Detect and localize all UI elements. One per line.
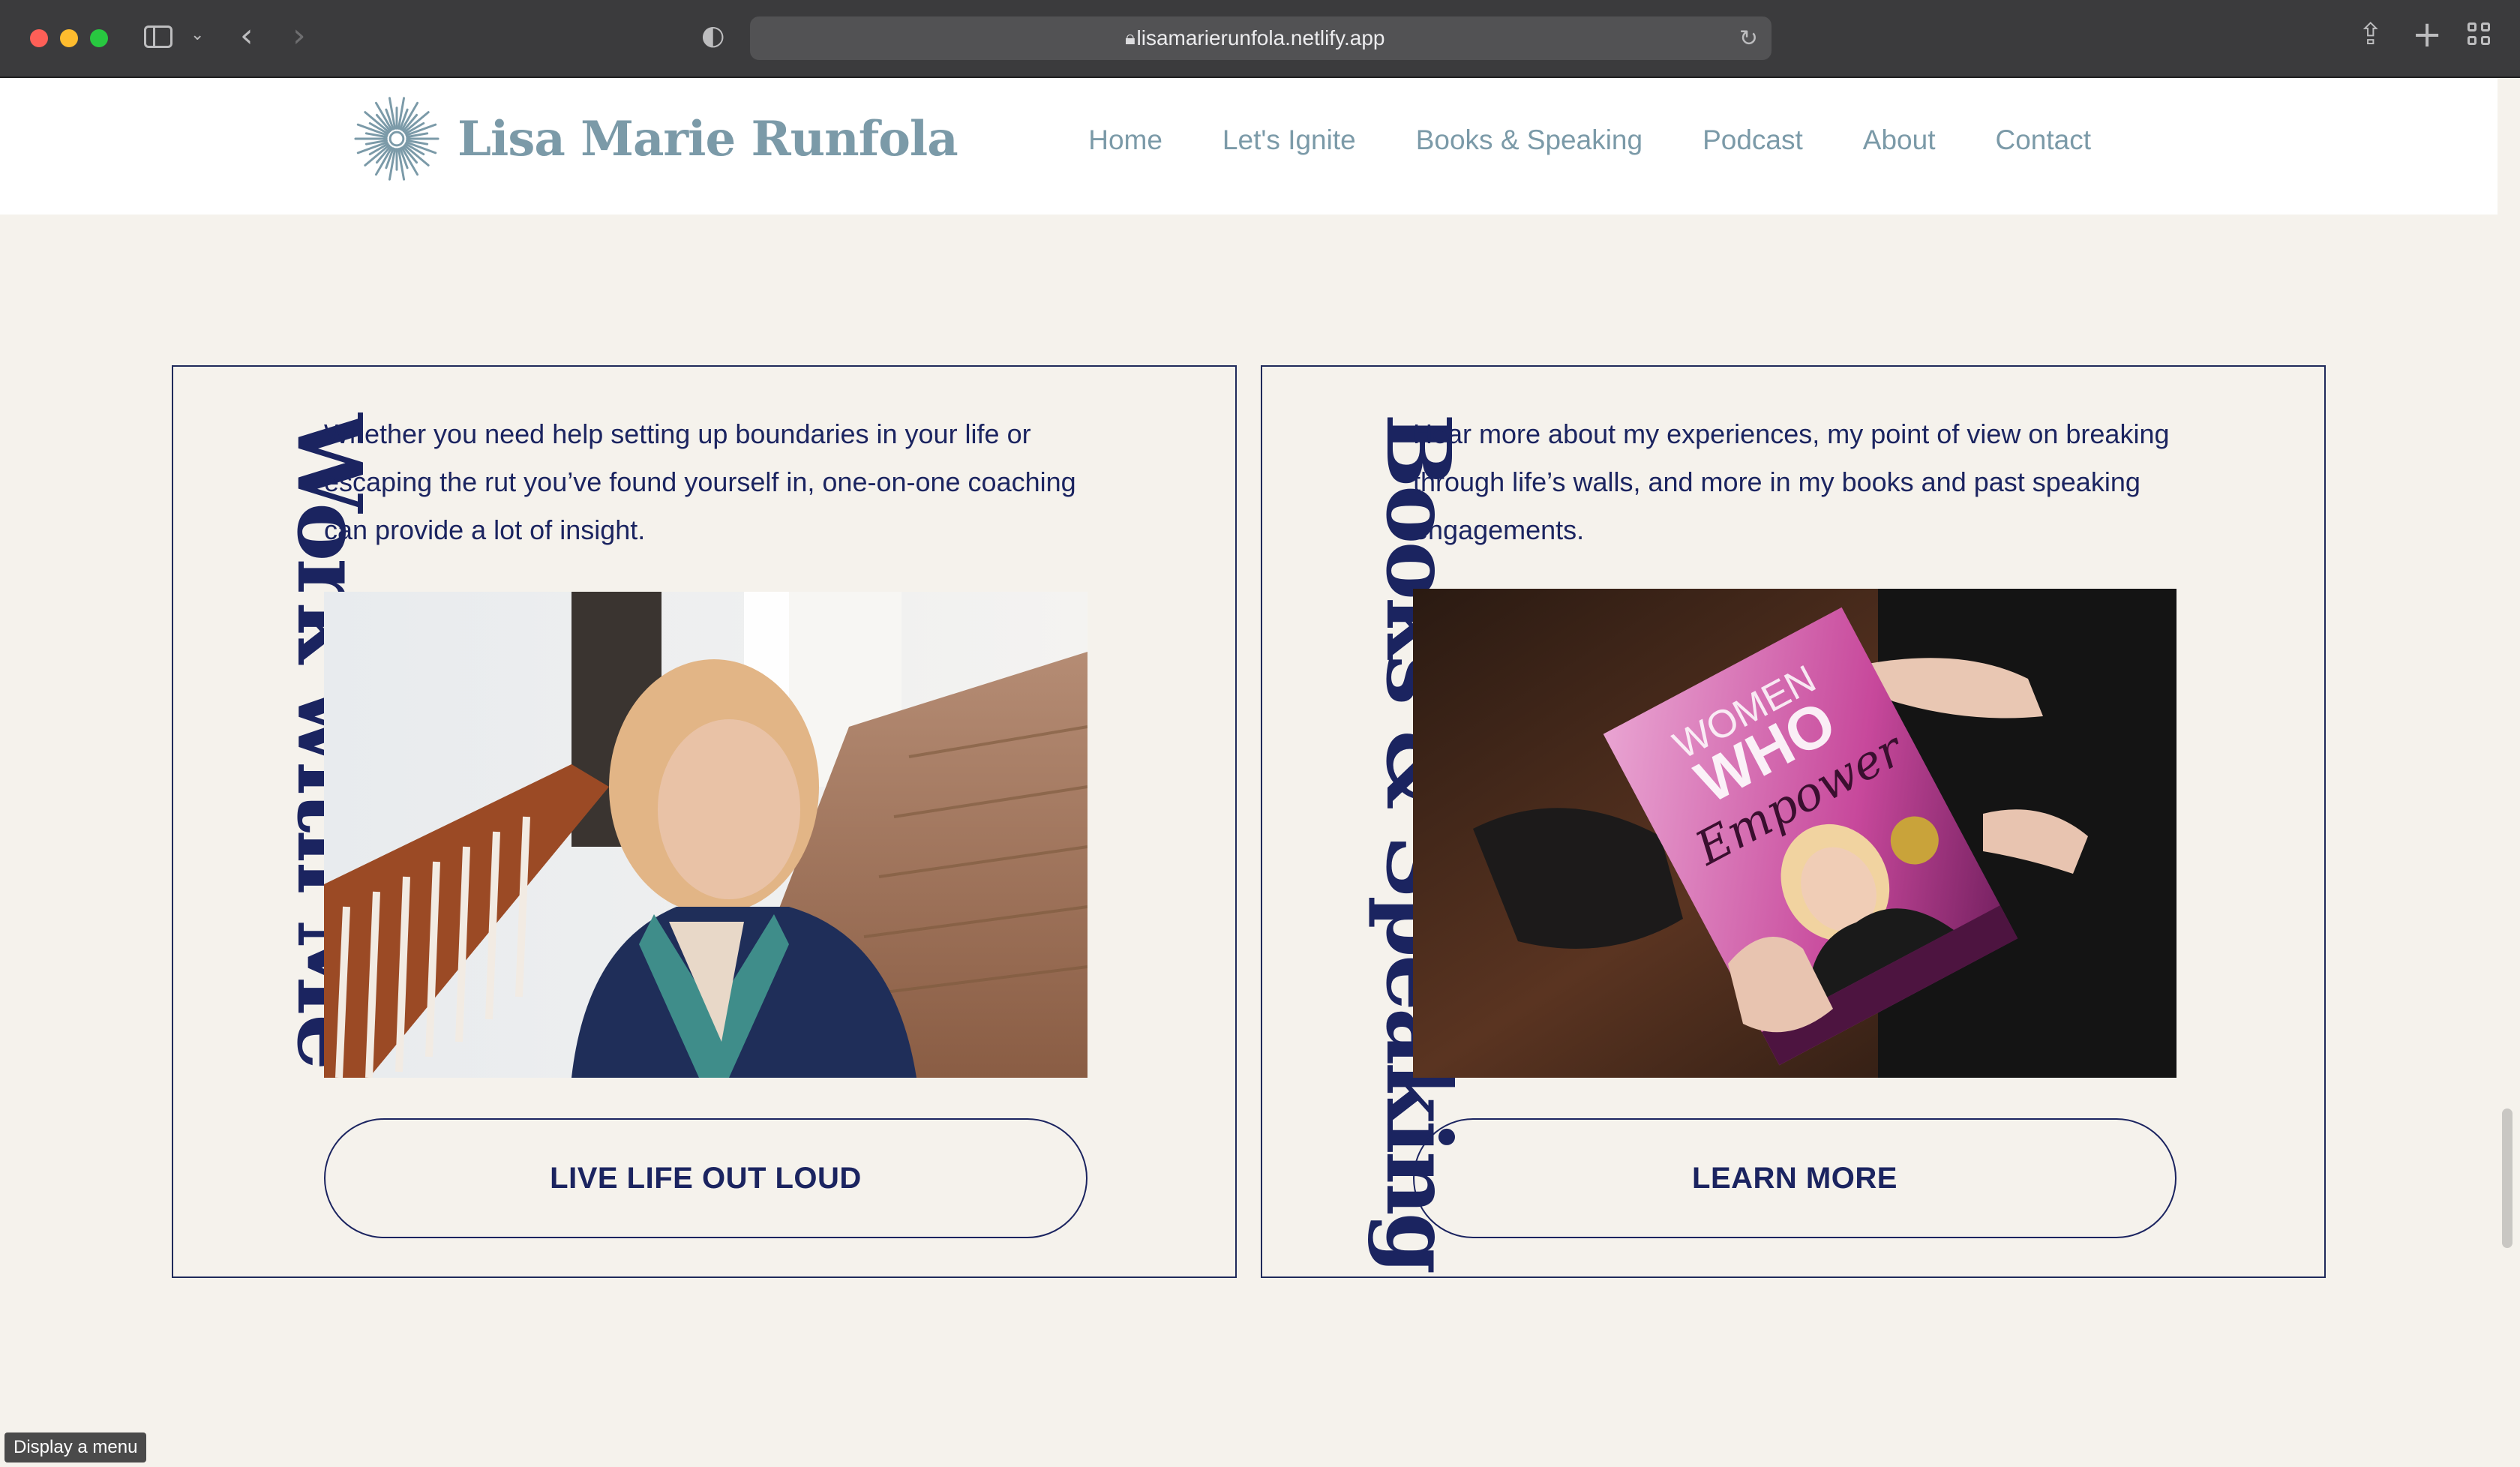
back-icon[interactable]: ‹ [240, 20, 254, 52]
url-text[interactable]: lisamarierunfola.netlify.app [750, 16, 1772, 60]
tooltip: Display a menu [4, 1432, 147, 1462]
reload-icon[interactable]: ↻ [1739, 26, 1758, 52]
live-life-out-loud-button[interactable]: LIVE LIFE OUT LOUD [324, 1118, 1088, 1238]
lock-icon: 🔒︎ [1125, 27, 1136, 50]
nav-home[interactable]: Home [1088, 124, 1162, 156]
card-description: Hear more about my experiences, my point… [1413, 418, 2170, 545]
logo-text: Lisa Marie Runfola [458, 110, 958, 167]
minimize-window-button[interactable] [60, 29, 78, 47]
learn-more-button[interactable]: LEARN MORE [1413, 1118, 2176, 1238]
chevron-down-icon[interactable]: ⌄ [190, 27, 204, 44]
sidebar-icon[interactable] [144, 26, 172, 48]
zoom-window-button[interactable] [90, 29, 108, 47]
plus-icon[interactable]: + [2412, 16, 2442, 52]
forward-icon[interactable]: › [292, 20, 306, 52]
page-scrollbar[interactable] [2502, 1108, 2512, 1248]
book-photo: WOMEN WHO Empower [1413, 589, 2176, 1078]
tabs-grid-icon[interactable] [2468, 22, 2492, 46]
browser-toolbar: ⌄ ‹ › ◐ lisamarierunfola.netlify.app 🔒︎ … [0, 0, 2520, 78]
nav-podcast[interactable]: Podcast [1702, 124, 1803, 156]
address-bar[interactable]: lisamarierunfola.netlify.app 🔒︎ ↻ [750, 16, 1772, 60]
coaching-photo [324, 592, 1088, 1078]
close-window-button[interactable] [30, 29, 48, 47]
sunburst-logo-icon [354, 97, 440, 181]
card-description: Whether you need help setting up boundar… [324, 418, 1076, 545]
share-icon[interactable]: ⇪ [2358, 20, 2384, 50]
nav-contact[interactable]: Contact [1995, 124, 2091, 156]
nav-lets-ignite[interactable]: Let's Ignite [1222, 124, 1356, 156]
site-header: Lisa Marie Runfola Home Let's Ignite Boo… [0, 78, 2498, 214]
work-with-me-card: Work with Me Whether you need help setti… [172, 365, 1237, 1278]
main-nav: Home Let's Ignite Books & Speaking Podca… [1088, 124, 2091, 156]
books-speaking-card: Books & Speaking Hear more about my expe… [1261, 365, 2326, 1278]
site-logo[interactable]: Lisa Marie Runfola [352, 94, 958, 183]
shield-icon[interactable]: ◐ [701, 22, 724, 50]
nav-about[interactable]: About [1863, 124, 1936, 156]
nav-books-speaking[interactable]: Books & Speaking [1416, 124, 1642, 156]
